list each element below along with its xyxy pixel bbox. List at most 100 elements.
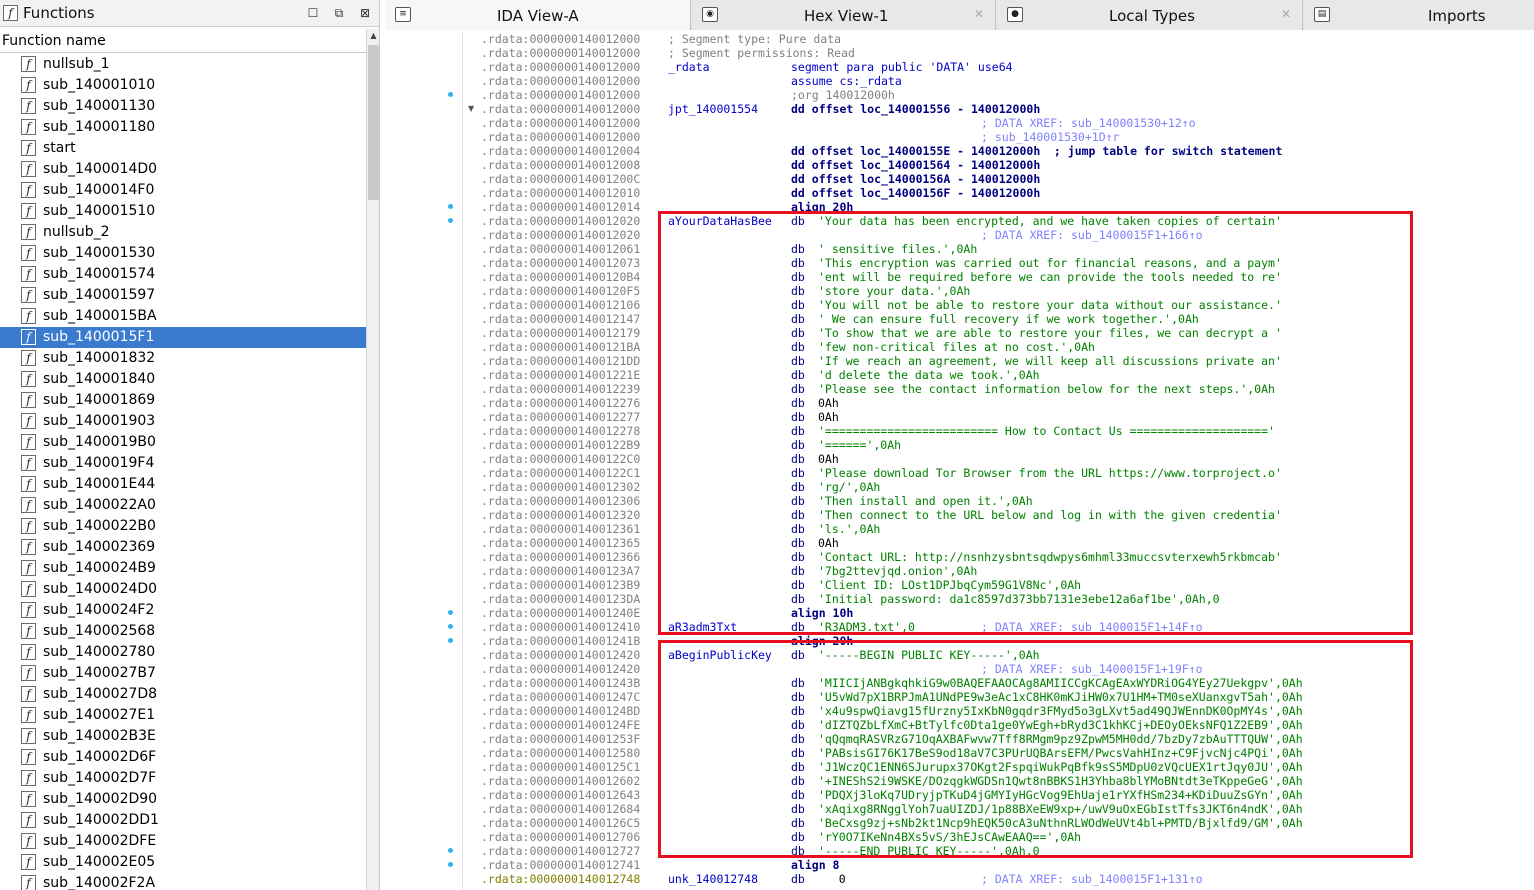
- function-list-item[interactable]: f sub_140002568: [0, 621, 366, 642]
- scrollbar-thumb[interactable]: [368, 45, 379, 200]
- disassembly-line[interactable]: .rdata:00000001400122C0 db 0Ah: [481, 452, 1531, 466]
- breakpoint-marker-icon[interactable]: [448, 638, 453, 643]
- disassembly-line[interactable]: .rdata:0000000140012420 ; DATA XREF: sub_…: [481, 662, 1531, 676]
- function-list-item[interactable]: f sub_140002DD1: [0, 810, 366, 831]
- disassembly-line[interactable]: .rdata:0000000140012278 db '==============…: [481, 424, 1531, 438]
- disassembly-line[interactable]: .rdata:00000001400124FE db 'dIZTQZbLfXmC+B…: [481, 718, 1531, 732]
- scroll-up-arrow-icon[interactable]: ▲: [367, 29, 379, 43]
- disassembly-line[interactable]: .rdata:0000000140012727 db '-----END PUBLI…: [481, 844, 1531, 858]
- disassembly-line[interactable]: .rdata:0000000140012420 aBeginPublicKey db…: [481, 648, 1531, 662]
- function-list-item[interactable]: f sub_1400027B7: [0, 663, 366, 684]
- disassembly-line[interactable]: .rdata:0000000140012602 db '+INEShS2i9WSKE…: [481, 774, 1531, 788]
- function-list-item[interactable]: f sub_1400024F2: [0, 600, 366, 621]
- disassembly-line[interactable]: .rdata:0000000140012000 ; sub_140001530+1…: [481, 130, 1531, 144]
- function-list-item[interactable]: f sub_140002DFE: [0, 831, 366, 852]
- disassembly-line[interactable]: .rdata:0000000140012000 ;org 140012000h: [481, 88, 1531, 102]
- function-list-item[interactable]: f sub_140001903: [0, 411, 366, 432]
- function-list-item[interactable]: f sub_140002E05: [0, 852, 366, 873]
- disassembly-line[interactable]: .rdata:00000001400123DA db 'Initial passwo…: [481, 592, 1531, 606]
- breakpoint-marker-icon[interactable]: [448, 624, 453, 629]
- disassembly-line[interactable]: .rdata:00000001400120F5 db 'store your dat…: [481, 284, 1531, 298]
- tab-close-icon[interactable]: ✕: [974, 7, 984, 21]
- disassembly-line[interactable]: .rdata:00000001400126C5 db 'BeCxsg9zj+sNb2…: [481, 816, 1531, 830]
- disassembly-line[interactable]: .rdata:0000000140012000 ; Segment type: P…: [481, 32, 1531, 46]
- disassembly-line[interactable]: .rdata:00000001400125C1 db 'J1WczQC1ENN6SJ…: [481, 760, 1531, 774]
- function-list-item[interactable]: f sub_140001E44: [0, 474, 366, 495]
- disassembly-line[interactable]: .rdata:00000001400123B9 db 'Client ID: LOs…: [481, 578, 1531, 592]
- tab-imports[interactable]: ▤ Imports: [1304, 0, 1534, 30]
- function-list-item[interactable]: f sub_140001180: [0, 117, 366, 138]
- disassembly-line[interactable]: .rdata:0000000140012320 db 'Then connect t…: [481, 508, 1531, 522]
- function-list-scrollbar[interactable]: ▲: [366, 29, 379, 890]
- disassembly-line[interactable]: .rdata:000000014001243B db 'MIICIjANBgkqhk…: [481, 676, 1531, 690]
- function-list-item[interactable]: f sub_140001832: [0, 348, 366, 369]
- disassembly-line[interactable]: .rdata:0000000140012004 dd offset loc_140…: [481, 144, 1531, 158]
- tab-close-icon[interactable]: ✕: [1281, 7, 1291, 21]
- disassembly-line[interactable]: .rdata:0000000140012276 db 0Ah: [481, 396, 1531, 410]
- disassembly-line[interactable]: .rdata:0000000140012239 db 'Please see the…: [481, 382, 1531, 396]
- breakpoint-marker-icon[interactable]: [448, 610, 453, 615]
- breakpoint-marker-icon[interactable]: [448, 204, 453, 209]
- function-list-item[interactable]: f sub_1400015F1: [0, 327, 366, 348]
- disassembly-line[interactable]: .rdata:0000000140012741 align 8: [481, 858, 1531, 872]
- disassembly-line[interactable]: .rdata:0000000140012706 db 'rY0O7IKeNn4BXs…: [481, 830, 1531, 844]
- disassembly-line[interactable]: .rdata:0000000140012008 dd offset loc_140…: [481, 158, 1531, 172]
- function-list-item[interactable]: f sub_140001597: [0, 285, 366, 306]
- function-list-item[interactable]: f sub_140002D6F: [0, 747, 366, 768]
- function-list-item[interactable]: f sub_1400022A0: [0, 495, 366, 516]
- disassembly-line[interactable]: .rdata:000000014001253F db 'qQqmqRASVRzG71…: [481, 732, 1531, 746]
- disassembly-line[interactable]: .rdata:0000000140012748 unk_140012748 db 0…: [481, 872, 1531, 886]
- function-list-item[interactable]: f sub_1400024B9: [0, 558, 366, 579]
- function-name-column-header[interactable]: Function name: [0, 29, 366, 53]
- function-list-item[interactable]: f sub_140002D7F: [0, 768, 366, 789]
- disassembly-line[interactable]: .rdata:0000000140012361 db 'ls.',0Ah: [481, 522, 1531, 536]
- function-list-item[interactable]: f sub_140001510: [0, 201, 366, 222]
- disassembly-line[interactable]: .rdata:0000000140012684 db 'xAqixg8RNgglYo…: [481, 802, 1531, 816]
- disassembly-line[interactable]: .rdata:00000001400122C1 db 'Please downloa…: [481, 466, 1531, 480]
- disassembly-line[interactable]: .rdata:000000014001200C dd offset loc_140…: [481, 172, 1531, 186]
- tab-ida-view-a[interactable]: ≡ IDA View-A: [385, 0, 691, 30]
- function-list-item[interactable]: f sub_1400019F4: [0, 453, 366, 474]
- collapse-arrow-icon[interactable]: ▼: [468, 104, 474, 113]
- function-list-item[interactable]: f sub_1400014D0: [0, 159, 366, 180]
- disassembly-line[interactable]: .rdata:00000001400120B4 db 'ent will be re…: [481, 270, 1531, 284]
- breakpoint-marker-icon[interactable]: [448, 218, 453, 223]
- disassembly-line[interactable]: .rdata:0000000140012020 aYourDataHasBee db…: [481, 214, 1531, 228]
- disassembly-line[interactable]: .rdata:000000014001241B align 20h: [481, 634, 1531, 648]
- breakpoint-marker-icon[interactable]: [448, 862, 453, 867]
- disassembly-line[interactable]: .rdata:000000014001247C db 'U5vWd7pX1BRPJm…: [481, 690, 1531, 704]
- disassembly-line[interactable]: .rdata:0000000140012073 db 'This encryptio…: [481, 256, 1531, 270]
- disassembly-line[interactable]: .rdata:0000000140012366 db 'Contact URL: h…: [481, 550, 1531, 564]
- function-list-item[interactable]: f sub_140002369: [0, 537, 366, 558]
- function-list-item[interactable]: f start: [0, 138, 366, 159]
- disassembly-line[interactable]: .rdata:00000001400124BD db 'x4u9spwQiavg15…: [481, 704, 1531, 718]
- disassembly-line[interactable]: .rdata:0000000140012306 db 'Then install a…: [481, 494, 1531, 508]
- disassembly-line[interactable]: .rdata:0000000140012061 db ' sensitive fil…: [481, 242, 1531, 256]
- ida-disassembly-view[interactable]: ▼ .rdata:0000000140012000 ; Segment type: …: [385, 31, 1534, 890]
- disassembly-line[interactable]: .rdata:0000000140012147 db ' We can ensure…: [481, 312, 1531, 326]
- function-list-item[interactable]: f nullsub_2: [0, 222, 366, 243]
- disassembly-line[interactable]: .rdata:00000001400122B9 db '======',0Ah: [481, 438, 1531, 452]
- function-list-item[interactable]: f sub_140001010: [0, 75, 366, 96]
- function-list-item[interactable]: f sub_1400027D8: [0, 684, 366, 705]
- function-list-item[interactable]: f sub_140001574: [0, 264, 366, 285]
- function-list-item[interactable]: f sub_1400024D0: [0, 579, 366, 600]
- function-list-item[interactable]: f sub_140001530: [0, 243, 366, 264]
- disassembly-line[interactable]: .rdata:0000000140012000 ; Segment permiss…: [481, 46, 1531, 60]
- disassembly-line[interactable]: .rdata:0000000140012014 align 20h: [481, 200, 1531, 214]
- disassembly-line[interactable]: .rdata:0000000140012106 db 'You will not b…: [481, 298, 1531, 312]
- function-list-item[interactable]: f sub_140002F2A: [0, 873, 366, 890]
- function-list-item[interactable]: f sub_1400022B0: [0, 516, 366, 537]
- disassembly-line[interactable]: .rdata:0000000140012020 ; DATA XREF: sub_…: [481, 228, 1531, 242]
- breakpoint-marker-icon[interactable]: [448, 848, 453, 853]
- function-list-item[interactable]: f sub_1400015BA: [0, 306, 366, 327]
- tab-local-types[interactable]: ● Local Types ✕: [997, 0, 1303, 30]
- disassembly-line[interactable]: .rdata:0000000140012000 jpt_140001554 dd o…: [481, 102, 1531, 116]
- maximize-icon[interactable]: ⧉: [331, 5, 347, 21]
- disassembly-line[interactable]: .rdata:0000000140012010 dd offset loc_140…: [481, 186, 1531, 200]
- function-list-item[interactable]: f sub_1400027E1: [0, 705, 366, 726]
- function-list-item[interactable]: f sub_140001130: [0, 96, 366, 117]
- function-list-item[interactable]: f sub_140001869: [0, 390, 366, 411]
- disassembly-line[interactable]: .rdata:000000014001240E align 10h: [481, 606, 1531, 620]
- close-icon[interactable]: ⊠: [357, 5, 373, 21]
